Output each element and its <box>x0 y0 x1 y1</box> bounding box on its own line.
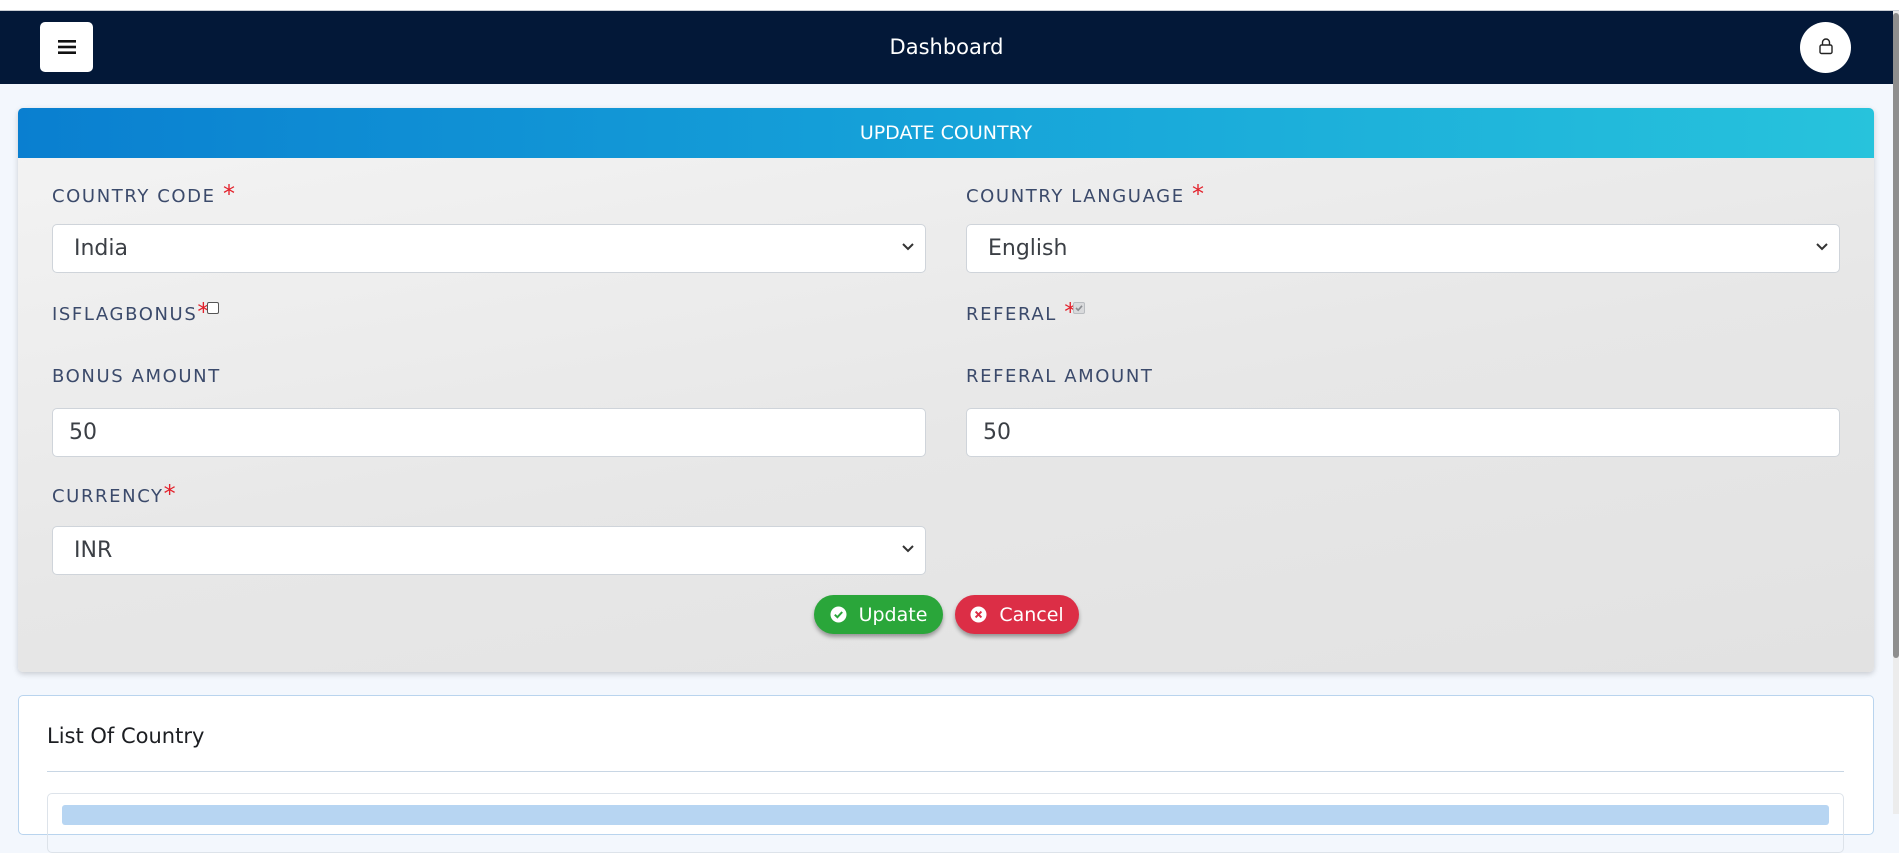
browser-top-edge <box>0 0 1899 11</box>
chevron-down-icon <box>902 545 914 553</box>
page-title: Dashboard <box>889 35 1004 59</box>
country-list-card: List Of Country <box>18 695 1874 853</box>
required-marker: * <box>163 480 176 508</box>
chevron-down-icon <box>902 243 914 251</box>
isflagbonus-label-text: ISFLAGBONUS <box>52 304 198 325</box>
country-table <box>47 793 1844 853</box>
times-circle-icon <box>970 606 987 623</box>
country-code-label: COUNTRY CODE * <box>52 180 235 208</box>
hamburger-menu-icon <box>57 39 76 55</box>
menu-toggle-button[interactable] <box>40 22 93 72</box>
vertical-scrollbar[interactable] <box>1893 11 1899 814</box>
cancel-button[interactable]: Cancel <box>955 595 1079 634</box>
currency-value: INR <box>74 538 113 563</box>
update-country-card: UPDATE COUNTRY COUNTRY CODE * India COUN… <box>18 108 1874 672</box>
referal-amount-value: 50 <box>983 420 1011 445</box>
scrollbar-thumb[interactable] <box>1893 13 1899 658</box>
country-code-value: India <box>74 236 128 261</box>
isflagbonus-label: ISFLAGBONUS* <box>52 298 209 326</box>
isflagbonus-checkbox[interactable] <box>207 302 219 314</box>
bonus-amount-input[interactable]: 50 <box>52 408 926 457</box>
country-language-label: COUNTRY LANGUAGE * <box>966 180 1204 208</box>
table-header-row <box>62 805 1829 825</box>
referal-amount-label: REFERAL AMOUNT <box>966 366 1154 387</box>
user-lock-icon <box>1818 37 1834 59</box>
bonus-amount-value: 50 <box>69 420 97 445</box>
update-button-label: Update <box>858 603 928 626</box>
country-code-label-text: COUNTRY CODE <box>52 186 216 207</box>
bonus-amount-label: BONUS AMOUNT <box>52 366 221 387</box>
update-button[interactable]: Update <box>814 595 943 634</box>
required-marker: * <box>222 180 235 208</box>
list-title: List Of Country <box>47 724 205 748</box>
check-circle-icon <box>830 606 847 623</box>
currency-label: CURRENCY* <box>52 480 176 508</box>
country-code-select[interactable]: India <box>52 224 926 273</box>
referal-label-text: REFERAL <box>966 304 1057 325</box>
divider <box>47 771 1844 772</box>
country-language-label-text: COUNTRY LANGUAGE <box>966 186 1185 207</box>
country-language-value: English <box>988 236 1068 261</box>
cancel-button-label: Cancel <box>999 603 1064 626</box>
checkmark-icon <box>1075 305 1083 312</box>
user-menu-button[interactable] <box>1800 22 1851 73</box>
country-language-select[interactable]: English <box>966 224 1840 273</box>
chevron-down-icon <box>1816 243 1828 251</box>
referal-checkbox[interactable] <box>1073 302 1085 314</box>
referal-amount-input[interactable]: 50 <box>966 408 1840 457</box>
currency-select[interactable]: INR <box>52 526 926 575</box>
required-marker: * <box>1192 180 1205 208</box>
top-navbar: Dashboard <box>0 11 1893 84</box>
card-header: UPDATE COUNTRY <box>18 108 1874 158</box>
referal-label: REFERAL * <box>966 298 1076 326</box>
currency-label-text: CURRENCY <box>52 486 164 507</box>
